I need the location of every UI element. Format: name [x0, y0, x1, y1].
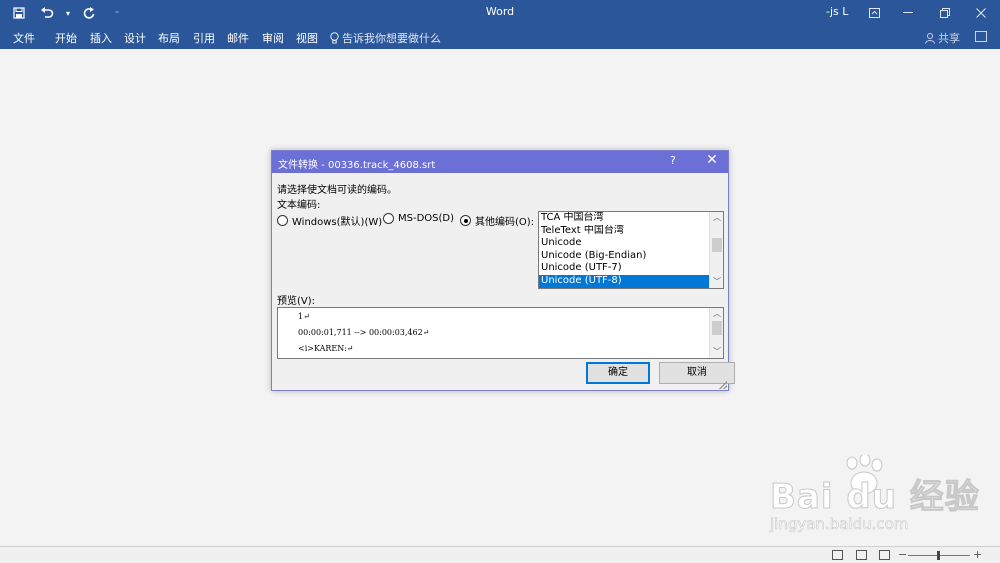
- lightbulb-icon: [330, 32, 339, 44]
- watermark-url: jingyan.baidu.com: [770, 515, 909, 534]
- scroll-up-icon[interactable]: ︿: [710, 212, 724, 224]
- encoding-item[interactable]: TCA 中国台湾: [539, 212, 709, 225]
- radio-windows-label: Windows(默认)(W): [292, 217, 383, 228]
- tab-mailings[interactable]: 邮件: [227, 30, 249, 46]
- title-bar: ▾ ⁼ Word -js L: [0, 0, 1000, 26]
- resize-grip-icon[interactable]: [719, 381, 727, 389]
- instruction-text: 请选择使文档可读的编码。: [277, 185, 397, 196]
- print-layout-icon[interactable]: [856, 550, 867, 560]
- ribbon-display-options-icon[interactable]: [857, 0, 891, 26]
- dialog-close-icon[interactable]: ✕: [702, 152, 722, 168]
- preview-line: 00:00:01,711 --> 00:00:03,462↵: [298, 328, 430, 337]
- tab-file[interactable]: 文件: [13, 30, 35, 46]
- text-encoding-label: 文本编码:: [277, 200, 321, 211]
- preview-scrollbar[interactable]: ︿ ﹀: [709, 308, 723, 358]
- watermark-brand: Bai du 经验: [770, 477, 980, 518]
- tab-design[interactable]: 设计: [124, 30, 146, 46]
- tab-references[interactable]: 引用: [193, 30, 215, 46]
- minimize-icon[interactable]: [891, 0, 925, 26]
- read-mode-icon[interactable]: [832, 550, 843, 560]
- encoding-item[interactable]: TeleText 中国台湾: [539, 225, 709, 238]
- radio-other-label: 其他编码(O):: [475, 217, 535, 228]
- file-conversion-dialog: 文件转换 - 00336.track_4608.srt ? ✕ 请选择使文档可读…: [271, 150, 735, 391]
- status-bar: − +: [0, 546, 1000, 563]
- encoding-listbox[interactable]: TCA 中国台湾 TeleText 中国台湾 Unicode Unicode (…: [538, 211, 724, 289]
- radio-windows[interactable]: Windows(默认)(W): [277, 213, 382, 228]
- tell-me-text: 告诉我你想要做什么: [342, 32, 441, 45]
- tell-me-box[interactable]: 告诉我你想要做什么: [330, 30, 441, 46]
- scroll-thumb[interactable]: [712, 238, 722, 252]
- encoding-item[interactable]: Unicode (UTF-7): [539, 262, 709, 275]
- encoding-scrollbar[interactable]: ︿ ﹀: [709, 212, 723, 288]
- radio-windows-circle[interactable]: [277, 215, 288, 226]
- preview-pane[interactable]: 1↵ 00:00:01,711 --> 00:00:03,462↵ <i>KAR…: [277, 307, 724, 359]
- preview-line: 1↵: [298, 312, 310, 321]
- close-window-icon[interactable]: [964, 0, 998, 26]
- radio-other-encoding[interactable]: 其他编码(O):: [460, 213, 534, 228]
- help-icon[interactable]: ?: [670, 154, 676, 167]
- share-button[interactable]: 共享: [925, 30, 960, 46]
- encoding-item[interactable]: Unicode: [539, 237, 709, 250]
- tab-home[interactable]: 开始: [55, 30, 77, 46]
- comments-icon[interactable]: [975, 31, 987, 42]
- tab-layout[interactable]: 布局: [158, 30, 180, 46]
- tab-review[interactable]: 审阅: [262, 30, 284, 46]
- person-icon: [925, 32, 935, 44]
- dialog-title: 文件转换 - 00336.track_4608.srt: [278, 160, 436, 171]
- web-layout-icon[interactable]: [879, 550, 890, 560]
- share-label: 共享: [938, 32, 960, 45]
- preview-line: <i>KAREN:↵: [298, 344, 354, 353]
- radio-other-circle[interactable]: [460, 215, 471, 226]
- tab-insert[interactable]: 插入: [90, 30, 112, 46]
- radio-msdos-circle[interactable]: [383, 213, 394, 224]
- scroll-down-icon[interactable]: ﹀: [710, 346, 724, 358]
- ribbon-tab-bar: 文件 开始 插入 设计 布局 引用 邮件 审阅 视图 告诉我你想要做什么 共享: [0, 26, 1000, 49]
- baidu-jingyan-watermark: Bai du 经验 jingyan.baidu.com: [770, 455, 979, 540]
- radio-msdos-label: MS-DOS(D): [398, 213, 455, 224]
- user-name[interactable]: -js L: [826, 5, 848, 18]
- preview-label: 预览(V):: [277, 296, 316, 307]
- zoom-slider-thumb[interactable]: [937, 551, 940, 560]
- scroll-thumb[interactable]: [712, 321, 722, 335]
- scroll-up-icon[interactable]: ︿: [710, 308, 724, 320]
- zoom-in-icon[interactable]: +: [973, 548, 982, 561]
- tab-view[interactable]: 视图: [296, 30, 318, 46]
- radio-msdos[interactable]: MS-DOS(D): [383, 213, 454, 224]
- encoding-item[interactable]: Unicode (Big-Endian): [539, 250, 709, 263]
- ok-button[interactable]: 确定: [586, 362, 650, 384]
- restore-icon[interactable]: [928, 0, 962, 26]
- app-title: Word: [485, 5, 515, 18]
- scroll-down-icon[interactable]: ﹀: [710, 276, 724, 288]
- zoom-out-icon[interactable]: −: [898, 548, 907, 561]
- encoding-item-selected[interactable]: Unicode (UTF-8): [539, 274, 709, 288]
- dialog-title-bar[interactable]: 文件转换 - 00336.track_4608.srt ? ✕: [272, 151, 728, 173]
